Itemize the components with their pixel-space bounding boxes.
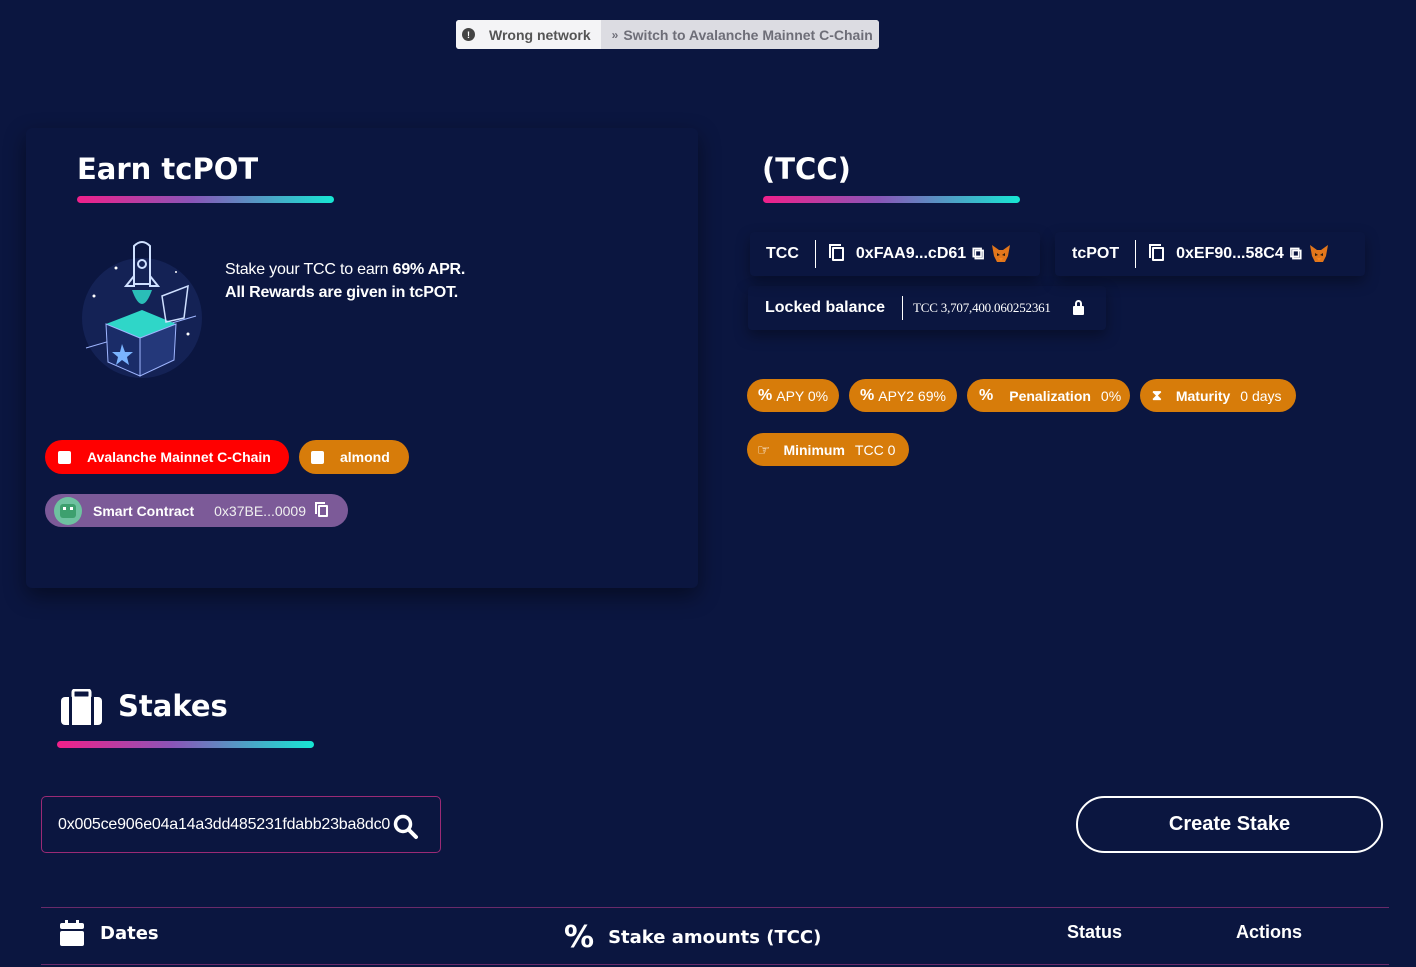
- earn-card: Earn tcPOT Stake your TCC to earn 69% AP…: [26, 128, 698, 588]
- column-dates[interactable]: Dates: [60, 920, 159, 946]
- minimum-badge: ☞ Minimum TCC 0: [747, 433, 909, 466]
- smart-contract-tag[interactable]: Smart Contract 0x37BE...0009: [45, 494, 348, 527]
- warning-icon: !: [462, 28, 475, 41]
- rocket-box-illustration: [82, 241, 202, 378]
- column-stake-amounts[interactable]: % Stake amounts (TCC): [564, 920, 821, 955]
- token-tcc-address[interactable]: 0xFAA9...cD61: [856, 245, 966, 263]
- token-tcpot-symbol: tcPOT: [1072, 245, 1120, 262]
- minimum-label: Minimum: [783, 441, 845, 458]
- stakes-title-underline: [57, 741, 314, 748]
- column-status[interactable]: Status: [1067, 922, 1122, 943]
- column-actions[interactable]: Actions: [1236, 922, 1302, 943]
- metamask-fox-icon[interactable]: [990, 244, 1012, 264]
- divider: [902, 296, 904, 320]
- penalization-label: Penalization: [1009, 387, 1091, 404]
- copy-icon[interactable]: [828, 244, 844, 261]
- copy-icon[interactable]: [1149, 244, 1165, 261]
- maturity-label: Maturity: [1175, 387, 1231, 404]
- briefcase-icon: [61, 689, 102, 725]
- smart-contract-address: 0x37BE...0009: [214, 502, 306, 519]
- divider: [814, 240, 816, 268]
- penalization-value: 0%: [1100, 387, 1122, 404]
- maturity-badge: ⧗ Maturity 0 days: [1140, 379, 1296, 412]
- checkbox-icon: [311, 450, 324, 464]
- token-tcc-symbol: TCC: [766, 245, 799, 262]
- external-link-icon[interactable]: ⧉: [972, 244, 984, 264]
- earn-rewards-note: All Rewards are given in tcPOT.: [225, 284, 458, 301]
- apy2-value: APY2 69%: [878, 387, 946, 404]
- earn-title: Earn tcPOT: [77, 152, 259, 186]
- hand-coin-icon: ☞: [757, 441, 771, 459]
- lock-icon: [1072, 299, 1084, 315]
- apy-badge: % APY 0%: [747, 379, 839, 412]
- percent-icon: %: [758, 386, 773, 404]
- wrong-network-indicator: ! Wrong network: [456, 20, 601, 49]
- almond-tag-label: almond: [340, 449, 390, 465]
- checkbox-icon: [58, 450, 71, 464]
- create-stake-button[interactable]: Create Stake: [1076, 796, 1383, 853]
- external-link-icon[interactable]: ⧉: [1290, 244, 1302, 264]
- token-panel-underline: [763, 196, 1020, 203]
- stake-search-input[interactable]: 0x005ce906e04a14a3dd485231fdabb23ba8dc0: [41, 796, 441, 853]
- stakes-table-header: Dates % Stake amounts (TCC) Status Actio…: [41, 907, 1389, 965]
- earn-title-underline: [77, 196, 334, 203]
- apy-value: APY 0%: [776, 387, 829, 404]
- network-banner: ! Wrong network » Switch to Avalanche Ma…: [456, 20, 879, 49]
- calendar-icon: [60, 920, 84, 946]
- chevron-right-icon: »: [611, 27, 619, 42]
- wrong-network-label: Wrong network: [489, 26, 591, 43]
- token-tcpot-box: tcPOT 0xEF90...58C4 ⧉: [1055, 232, 1365, 276]
- almond-tag[interactable]: almond: [299, 440, 409, 474]
- earn-apr: 69% APR.: [392, 261, 466, 278]
- switch-network-button[interactable]: » Switch to Avalanche Mainnet C-Chain: [600, 20, 879, 49]
- maturity-value: 0 days: [1240, 387, 1282, 404]
- divider: [1135, 240, 1137, 268]
- percent-icon: %: [564, 920, 595, 955]
- locked-balance-value: TCC 3,707,400.060252361: [913, 300, 1051, 315]
- contract-avatar: [54, 496, 82, 525]
- copy-icon[interactable]: [315, 501, 328, 517]
- penalization-badge: % Penalization 0%: [967, 379, 1130, 412]
- locked-balance-label: Locked balance: [765, 299, 886, 316]
- percent-icon: %: [860, 386, 875, 404]
- token-tcc-box: TCC 0xFAA9...cD61 ⧉: [750, 232, 1040, 276]
- metamask-fox-icon[interactable]: [1308, 244, 1330, 264]
- percent-icon: %: [979, 386, 994, 404]
- smart-contract-label: Smart Contract: [93, 502, 195, 519]
- column-dates-label: Dates: [100, 922, 159, 944]
- token-panel-title: (TCC): [762, 152, 851, 186]
- stakes-title: Stakes: [118, 689, 228, 723]
- locked-balance-box: Locked balance TCC 3,707,400.060252361: [748, 286, 1106, 330]
- network-tag-label: Avalanche Mainnet C-Chain: [87, 449, 271, 465]
- earn-description: Stake your TCC to earn 69% APR. All Rewa…: [225, 258, 465, 304]
- stake-search-value[interactable]: 0x005ce906e04a14a3dd485231fdabb23ba8dc0: [58, 816, 396, 834]
- token-tcpot-address[interactable]: 0xEF90...58C4: [1176, 245, 1284, 263]
- column-stake-amounts-label: Stake amounts (TCC): [608, 927, 822, 948]
- network-tag[interactable]: Avalanche Mainnet C-Chain: [45, 440, 289, 474]
- apy2-badge: % APY2 69%: [849, 379, 957, 412]
- earn-desc-prefix: Stake your TCC to earn: [225, 261, 393, 278]
- hourglass-icon: ⧗: [1152, 387, 1162, 403]
- switch-network-label: Switch to Avalanche Mainnet C-Chain: [623, 26, 873, 43]
- minimum-value: TCC 0: [854, 441, 896, 458]
- search-icon[interactable]: [393, 814, 419, 840]
